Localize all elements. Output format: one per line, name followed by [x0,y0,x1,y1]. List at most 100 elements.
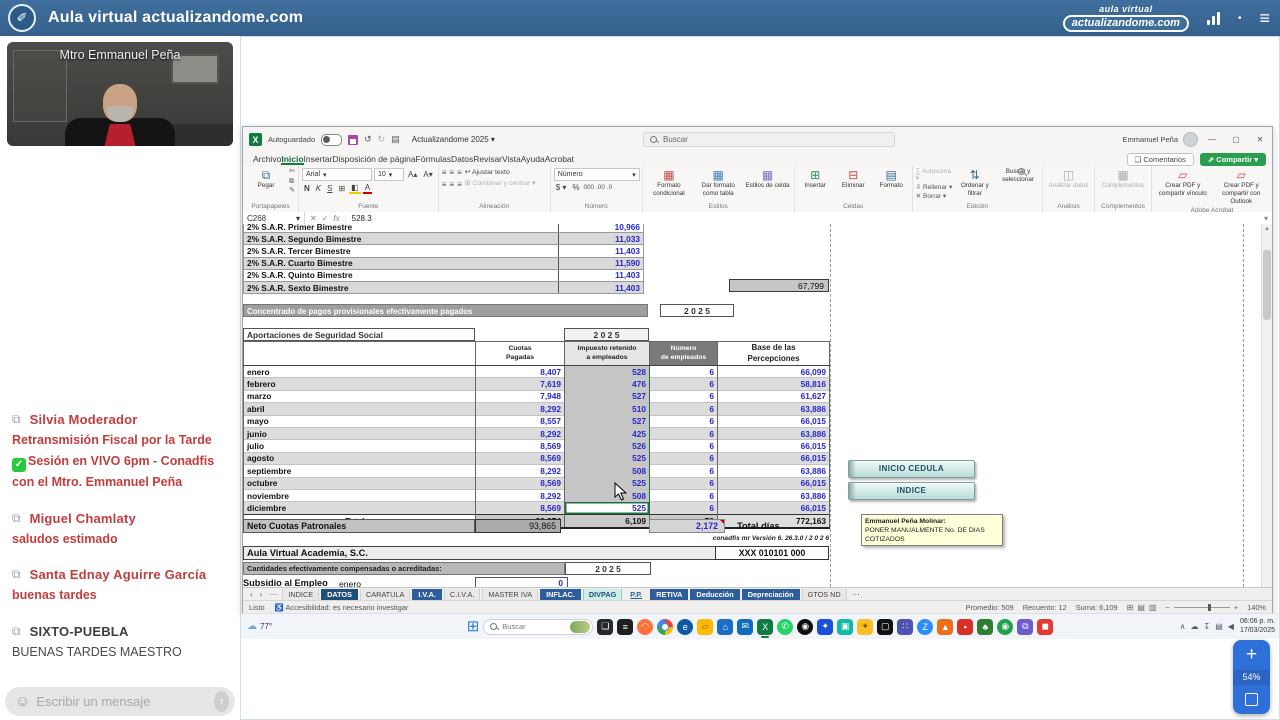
taskbar-rec-icon[interactable]: ◼ [1037,618,1054,635]
comments-button[interactable]: ❑ Comentarios [1126,153,1194,166]
next-sheet-icon[interactable]: › [258,590,265,599]
underline-button[interactable]: S [325,184,334,193]
month-cell[interactable]: julio [243,439,476,453]
company-code-cell[interactable]: XXX 010101 000 [715,546,829,560]
normal-view-icon[interactable]: ⊞ [1127,603,1134,612]
undo-icon[interactable]: ↺ [364,134,372,145]
total-dias-value-cell[interactable]: 2,172 [649,519,725,533]
autosum-button[interactable]: ∑ Autosuma ▾ [916,168,953,182]
tray-volume-icon[interactable]: ◀ [1228,622,1234,631]
minimize-button[interactable]: — [1200,127,1224,152]
copy-icon[interactable]: ⧉ [12,412,21,427]
zoom-in-button[interactable]: + [1233,640,1270,670]
impuesto-cell[interactable]: 525 [564,476,650,490]
taskbar-firefox-icon[interactable]: ◠ [637,618,654,635]
taskbar-chrome-icon[interactable] [657,618,674,635]
subsidio-month[interactable]: enero [339,579,361,587]
neto-label-cell[interactable]: Neto Cuotas Patronales [243,519,475,533]
header-cell[interactable]: Número de empleados [649,341,718,366]
sar-value-cell[interactable]: 11,403 [558,280,644,295]
sar-value-cell[interactable]: 11,590 [558,256,644,270]
base-cell[interactable]: 63,886 [717,402,830,416]
neto-value-cell[interactable]: 93,865 [475,519,561,533]
impuesto-cell[interactable]: 425 [564,426,650,440]
month-row[interactable]: abril 8,292 510 6 63,886 [243,402,830,416]
sheet-tab[interactable]: CARATULA [359,588,411,601]
header-cell[interactable]: Impuesto retenido a empleados [564,341,650,366]
sheet-tab[interactable]: DIVPAG [582,588,623,601]
month-row[interactable]: enero 8,407 528 6 66,099 [243,364,830,378]
sar-label-cell[interactable]: 2% S.A.R. Primer Bimestre [243,224,559,234]
taskbar-explorer-icon[interactable]: ▱ [697,618,714,635]
month-row[interactable]: mayo 8,557 527 6 66,015 [243,414,830,428]
indice-button[interactable]: INDICE [848,482,975,500]
base-cell[interactable]: 66,099 [717,364,830,378]
redo-icon[interactable]: ↻ [378,134,386,145]
empleados-cell[interactable]: 6 [649,364,718,378]
addins-button[interactable]: ▦ Complementos [1098,168,1148,190]
sar-label-cell[interactable]: 2% S.A.R. Segundo Bimestre [243,232,559,246]
taskbar-clock[interactable]: 06:06 p. m. 17/03/2025 [1240,618,1275,636]
cuotas-cell[interactable]: 8,407 [475,364,565,378]
impuesto-cell[interactable]: 528 [564,364,650,378]
decrease-decimal-icon[interactable]: .0 [607,184,612,192]
taskbar-tree-icon[interactable]: ♣ [977,618,994,635]
page-break-view-icon[interactable]: ▥ [1149,603,1157,612]
table-row[interactable]: 2% S.A.R. Cuarto Bimestre 11,590 [243,256,644,270]
table-title[interactable]: Aportaciones de Seguridad Social [243,328,475,341]
scroll-up-icon[interactable]: ▲ [1262,224,1272,234]
chat-input[interactable] [34,693,215,710]
excel-search-box[interactable]: Buscar [643,132,895,147]
taskbar-zoom-icon[interactable]: Z [917,618,934,635]
cantidades-year-cell[interactable]: 2 0 2 5 [565,562,651,575]
ribbon-tab[interactable]: Ayuda [521,154,545,164]
format-painter-icon[interactable]: ✎ [289,187,295,195]
impuesto-cell[interactable]: 527 [564,414,650,428]
fill-color-button[interactable]: ◧ [349,183,361,194]
create-pdf-link-button[interactable]: ▱ Crear PDF y compartir vínculo [1155,168,1211,198]
fill-button[interactable]: ⇩ Rellenar ▾ [916,184,953,191]
scrollbar-thumb[interactable] [1263,250,1271,320]
cuotas-cell[interactable]: 8,292 [475,488,565,502]
merge-center-button[interactable]: ⊞ Combinar y centrar ▾ [465,179,536,187]
vertical-scrollbar[interactable]: ▲ [1261,224,1272,587]
empleados-cell[interactable]: 6 [649,439,718,453]
month-cell[interactable]: octubre [243,476,476,490]
sheet-tab[interactable]: INDICE [282,588,320,601]
bold-button[interactable]: N [302,184,312,193]
cuotas-cell[interactable]: 8,292 [475,426,565,440]
ribbon-tab[interactable]: Datos [451,154,473,164]
align-right-icon[interactable]: ≡ [457,180,462,189]
month-cell[interactable]: abril [243,402,476,416]
taskbar-app-green-icon[interactable]: ◉ [997,618,1014,635]
sheet-tab[interactable]: C.I.V.A. [443,588,481,601]
cuotas-cell[interactable]: 8,569 [475,451,565,465]
sheet-tab[interactable]: MASTER IVA [482,588,539,601]
sheet-tab[interactable]: GTOS ND [801,588,847,601]
borders-button[interactable]: ⊞ [336,184,347,193]
sar-label-cell[interactable]: 2% S.A.R. Cuarto Bimestre [243,256,559,270]
sar-label-cell[interactable]: 2% S.A.R. Tercer Bimestre [243,244,559,258]
taskbar-vlc-icon[interactable]: ▲ [937,618,954,635]
impuesto-cell[interactable]: 525 [564,451,650,465]
base-cell[interactable]: 66,015 [717,414,830,428]
font-name-select[interactable]: Arial ▾ [302,168,372,181]
base-cell[interactable]: 66,015 [717,451,830,465]
month-row[interactable]: septiembre 8,292 508 6 63,886 [243,464,830,478]
cuotas-cell[interactable]: 8,569 [475,476,565,490]
align-center-icon[interactable]: ≡ [449,180,454,189]
copy-icon[interactable]: ⧉ [12,567,21,582]
taskbar-remote-icon[interactable]: ⧉ [1017,618,1034,635]
format-as-table-button[interactable]: ▦ Dar formato como tabla [695,168,741,198]
month-row[interactable]: marzo 7,948 527 6 61,627 [243,389,830,403]
month-cell[interactable]: junio [243,426,476,440]
more-sheets-icon[interactable]: ⋯ [267,590,279,599]
month-row[interactable]: julio 8,569 526 6 66,015 [243,439,830,453]
cantidades-label-cell[interactable]: Cantidades efectivamente compensadas o a… [243,562,565,575]
menu-icon[interactable]: ≡ [1259,9,1270,27]
month-cell[interactable]: febrero [243,377,476,391]
align-top-icon[interactable]: ≡ [442,168,447,177]
number-format-select[interactable]: Número ▾ [553,168,640,181]
format-cells-button[interactable]: ▤ Formato [874,168,909,190]
font-color-button[interactable]: A [362,183,373,194]
